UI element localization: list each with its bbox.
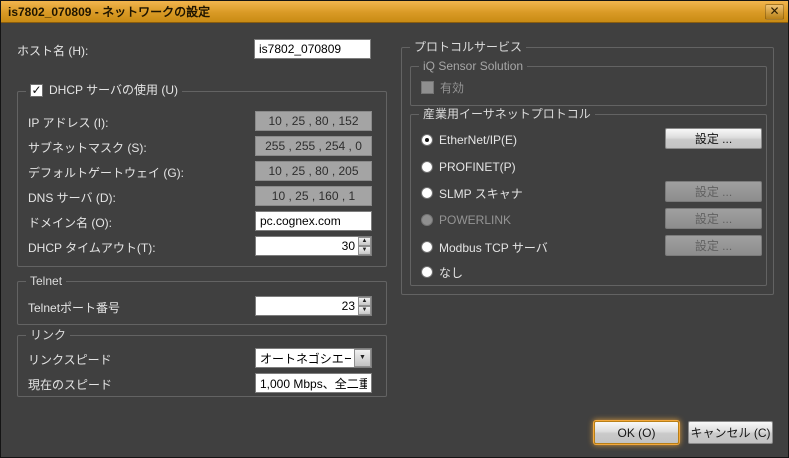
radio-row-slmp[interactable]: SLMP スキャナ [421,185,523,201]
ethernet-ip-label: EtherNet/IP(E) [439,133,517,147]
telnet-port-spinner: ▲ ▼ [255,296,372,316]
link-speed-label: リンクスピード [28,351,112,368]
telnet-port-input[interactable] [255,296,372,316]
dhcp-timeout-label: DHCP タイムアウト(T): [28,239,156,256]
window-title: is7802_070809 - ネットワークの設定 [8,3,210,20]
host-name-input[interactable] [254,39,371,59]
close-button[interactable]: ✕ [765,4,784,20]
domain-name-row: ドメイン名 (O): [18,211,386,231]
subnet-mask-row: サブネットマスク (S): [18,136,386,156]
industrial-protocol-title: 産業用イーサネットプロトコル [419,106,595,122]
spin-up-button[interactable]: ▲ [358,237,371,246]
chevron-down-icon: ▼ [362,247,368,253]
slmp-settings-button: 設定 ... [665,181,762,202]
ethernet-ip-radio[interactable] [421,134,433,146]
network-settings-dialog: is7802_070809 - ネットワークの設定 ✕ ホスト名 (H): ✓ … [0,0,789,458]
radio-row-powerlink: POWERLINK [421,212,511,228]
slmp-radio[interactable] [421,187,433,199]
industrial-protocol-group: 産業用イーサネットプロトコル EtherNet/IP(E) 設定 ... PRO… [410,114,767,286]
protocol-services-title: プロトコルサービス [410,39,526,55]
telnet-group-title: Telnet [26,273,66,289]
radio-row-profinet[interactable]: PROFINET(P) [421,159,516,175]
link-group: リンク リンクスピード ▼ 現在のスピード [17,335,387,397]
telnet-port-row: Telnetポート番号 ▲ ▼ [18,296,386,316]
chevron-down-icon: ▼ [359,354,366,361]
iqss-enable-row: 有効 [421,79,464,95]
close-icon: ✕ [769,4,779,18]
titlebar[interactable]: is7802_070809 - ネットワークの設定 [1,1,788,23]
radio-row-none[interactable]: なし [421,264,463,280]
spin-down-button[interactable]: ▼ [358,246,371,255]
ip-address-label: IP アドレス (I): [28,114,108,131]
modbus-label: Modbus TCP サーバ [439,239,548,256]
dhcp-timeout-spinner: ▲ ▼ [255,236,372,256]
dhcp-timeout-row: DHCP タイムアウト(T): ▲ ▼ [18,236,386,256]
subnet-mask-field [255,136,372,156]
powerlink-settings-button: 設定 ... [665,208,762,229]
chevron-up-icon: ▲ [362,298,368,304]
radio-row-modbus[interactable]: Modbus TCP サーバ [421,239,548,255]
modbus-settings-button: 設定 ... [665,235,762,256]
cancel-button[interactable]: キャンセル (C) [688,421,773,444]
current-speed-field [255,373,372,393]
iqss-enable-label: 有効 [440,79,464,96]
iq-sensor-solution-title: iQ Sensor Solution [419,58,527,74]
spin-down-button[interactable]: ▼ [358,306,371,315]
domain-name-label: ドメイン名 (O): [28,214,112,231]
ok-button[interactable]: OK (O) [594,421,679,444]
dhcp-timeout-spin-buttons: ▲ ▼ [358,237,371,255]
dhcp-enable-row[interactable]: ✓ DHCP サーバの使用 (U) [26,82,182,98]
chevron-down-icon: ▼ [362,307,368,313]
powerlink-label: POWERLINK [439,213,511,227]
iqss-enable-checkbox [421,81,434,94]
default-gateway-row: デフォルトゲートウェイ (G): [18,161,386,181]
dns-server-field [255,186,372,206]
chevron-up-icon: ▲ [362,238,368,244]
dhcp-enable-checkbox[interactable]: ✓ [30,84,43,97]
link-speed-combobox[interactable]: ▼ [255,348,372,368]
domain-name-input[interactable] [255,211,372,231]
current-speed-row: 現在のスピード [18,373,386,393]
iq-sensor-solution-group: iQ Sensor Solution 有効 [410,66,767,106]
dhcp-group: ✓ DHCP サーバの使用 (U) IP アドレス (I): サブネットマスク … [17,91,387,267]
modbus-radio[interactable] [421,241,433,253]
profinet-radio[interactable] [421,161,433,173]
telnet-group: Telnet Telnetポート番号 ▲ ▼ [17,281,387,325]
default-gateway-field [255,161,372,181]
telnet-port-label: Telnetポート番号 [28,299,120,316]
ip-address-row: IP アドレス (I): [18,111,386,131]
link-group-title: リンク [26,327,70,343]
ethernet-ip-settings-button[interactable]: 設定 ... [665,128,762,149]
default-gateway-label: デフォルトゲートウェイ (G): [28,164,184,181]
check-icon: ✓ [31,85,42,96]
telnet-port-spin-buttons: ▲ ▼ [358,297,371,315]
dhcp-enable-label: DHCP サーバの使用 (U) [49,82,178,98]
powerlink-radio [421,214,433,226]
link-speed-dropdown-button[interactable]: ▼ [354,349,371,367]
subnet-mask-label: サブネットマスク (S): [28,139,147,156]
slmp-label: SLMP スキャナ [439,185,523,202]
radio-row-ethernet-ip[interactable]: EtherNet/IP(E) [421,132,517,148]
spin-up-button[interactable]: ▲ [358,297,371,306]
dhcp-timeout-input[interactable] [255,236,372,256]
dns-server-row: DNS サーバ (D): [18,186,386,206]
link-speed-row: リンクスピード ▼ [18,348,386,368]
none-label: なし [439,264,463,281]
ip-address-field [255,111,372,131]
none-radio[interactable] [421,266,433,278]
protocol-services-group: プロトコルサービス iQ Sensor Solution 有効 産業用イーサネッ… [401,47,774,295]
host-name-label: ホスト名 (H): [17,42,88,59]
dns-server-label: DNS サーバ (D): [28,189,116,206]
current-speed-label: 現在のスピード [28,376,112,393]
profinet-label: PROFINET(P) [439,160,516,174]
